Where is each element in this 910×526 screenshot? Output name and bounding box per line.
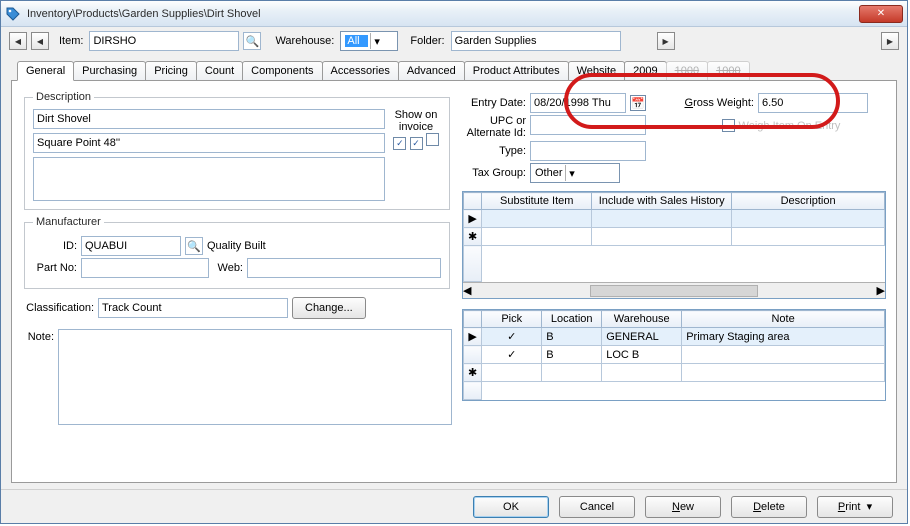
web-label: Web:: [213, 262, 243, 274]
item-code-input[interactable]: [89, 31, 239, 51]
manufacturer-group: Manufacturer ID: 🔍 Quality Built Part No…: [24, 216, 450, 289]
manufacturer-legend: Manufacturer: [33, 216, 104, 228]
print-button[interactable]: Print ▾: [817, 496, 893, 518]
tab-2009[interactable]: 2009: [624, 61, 666, 80]
tax-group-combo[interactable]: Other ▾: [530, 163, 620, 183]
delete-button[interactable]: Delete: [731, 496, 807, 518]
footer-buttons: OK Cancel New Delete Print ▾: [1, 489, 907, 523]
tab-general[interactable]: General: [17, 61, 74, 81]
tax-group-value: Other: [535, 167, 563, 179]
warehouse-value: All: [345, 35, 367, 47]
mfr-search-button[interactable]: 🔍: [185, 237, 203, 255]
col-pick[interactable]: Pick: [482, 311, 542, 328]
tab-components[interactable]: Components: [242, 61, 322, 80]
col-location[interactable]: Location: [542, 311, 602, 328]
type-label: Type:: [462, 145, 526, 157]
chevron-down-icon: ▾: [565, 165, 579, 181]
right-bottom: Substitute Item Include with Sales Histo…: [462, 191, 886, 472]
folder-label: Folder:: [410, 35, 444, 47]
show-on-invoice-label: Show on invoice: [391, 109, 441, 133]
tab-1000b[interactable]: 1000: [707, 61, 749, 80]
warehouse-label: Warehouse:: [275, 35, 334, 47]
left-column: Description Show on invoice ✓ ✓: [22, 91, 452, 472]
new-button[interactable]: New: [645, 496, 721, 518]
weigh-item-label: Weigh Item On Entry: [739, 120, 841, 132]
table-row[interactable]: ▶ ✓ B GENERAL Primary Staging area: [464, 328, 885, 346]
show-invoice-check-1[interactable]: ✓: [393, 137, 406, 150]
weigh-item-checkbox[interactable]: [722, 119, 735, 132]
substitute-grid[interactable]: Substitute Item Include with Sales Histo…: [462, 191, 886, 299]
chevron-down-icon: ▾: [370, 33, 384, 49]
item-search-button[interactable]: 🔍: [243, 32, 261, 50]
type-input[interactable]: [530, 141, 646, 161]
part-no-label: Part No:: [33, 262, 77, 274]
col-description[interactable]: Description: [732, 193, 885, 210]
description-group: Description Show on invoice ✓ ✓: [24, 91, 450, 210]
description-legend: Description: [33, 91, 94, 103]
col-note[interactable]: Note: [682, 311, 885, 328]
close-button[interactable]: ✕: [859, 5, 903, 23]
classification-label: Classification:: [22, 302, 94, 314]
nav-last-button[interactable]: ▶: [881, 32, 899, 50]
entry-date-label: Entry Date:: [462, 97, 526, 109]
web-input[interactable]: [247, 258, 441, 278]
ok-button[interactable]: OK: [473, 496, 549, 518]
nav-prev-button[interactable]: ◀: [31, 32, 49, 50]
upc-input[interactable]: [530, 115, 646, 135]
col-substitute-item[interactable]: Substitute Item: [482, 193, 592, 210]
cancel-button[interactable]: Cancel: [559, 496, 635, 518]
right-top: Entry Date: 📅 UPC or Alternate Id: Type:…: [462, 91, 886, 185]
tab-product-attributes[interactable]: Product Attributes: [464, 61, 569, 80]
mfr-id-input[interactable]: [81, 236, 181, 256]
tab-website[interactable]: Website: [568, 61, 626, 80]
general-pane: Description Show on invoice ✓ ✓: [11, 80, 897, 483]
mfr-id-label: ID:: [33, 240, 77, 252]
nav-first-button[interactable]: ◀: [9, 32, 27, 50]
tab-1000a[interactable]: 1000: [666, 61, 708, 80]
tab-strip: General Purchasing Pricing Count Compone…: [1, 55, 907, 80]
calendar-icon[interactable]: 📅: [630, 95, 646, 111]
titlebar: Inventory\Products\Garden Supplies\Dirt …: [1, 1, 907, 27]
upc-label: UPC or Alternate Id:: [462, 115, 526, 139]
top-toolbar: ◀ ◀ Item: 🔍 Warehouse: All ▾ Folder: ▶ ▶: [1, 27, 907, 55]
mfr-name-text: Quality Built: [207, 240, 266, 252]
weight-fields: Gross Weight: Weigh Item On Entry: [676, 91, 886, 185]
part-no-input[interactable]: [81, 258, 209, 278]
table-row[interactable]: ✓ B LOC B: [464, 346, 885, 364]
tab-count[interactable]: Count: [196, 61, 243, 80]
show-invoice-check-2[interactable]: ✓: [410, 137, 423, 150]
description-line3-input[interactable]: [33, 157, 385, 201]
warehouse-combo[interactable]: All ▾: [340, 31, 398, 51]
classification-row: Classification: Change...: [22, 297, 452, 319]
show-invoice-check-3[interactable]: [426, 133, 439, 146]
tab-pricing[interactable]: Pricing: [145, 61, 197, 80]
entry-date-input[interactable]: [530, 93, 626, 113]
window-title: Inventory\Products\Garden Supplies\Dirt …: [27, 8, 859, 20]
location-grid[interactable]: Pick Location Warehouse Note ▶ ✓ B GENER…: [462, 309, 886, 401]
substitute-grid-scrollbar[interactable]: ◀▶: [463, 282, 885, 298]
tab-advanced[interactable]: Advanced: [398, 61, 465, 80]
gross-weight-input[interactable]: [758, 93, 868, 113]
item-label: Item:: [59, 35, 83, 47]
app-tag-icon: [5, 6, 21, 22]
note-row: Note:: [22, 329, 452, 425]
description-line1-input[interactable]: [33, 109, 385, 129]
folder-input[interactable]: [451, 31, 621, 51]
nav-next-button[interactable]: ▶: [657, 32, 675, 50]
classification-input[interactable]: [98, 298, 288, 318]
gross-weight-label: Gross Weight:: [676, 97, 754, 109]
description-line2-input[interactable]: [33, 133, 385, 153]
tab-purchasing[interactable]: Purchasing: [73, 61, 146, 80]
entry-fields: Entry Date: 📅 UPC or Alternate Id: Type:…: [462, 91, 662, 185]
tax-group-label: Tax Group:: [462, 167, 526, 179]
col-include-history[interactable]: Include with Sales History: [592, 193, 732, 210]
window: Inventory\Products\Garden Supplies\Dirt …: [0, 0, 908, 524]
note-label: Note:: [22, 329, 54, 343]
change-button[interactable]: Change...: [292, 297, 366, 319]
tab-accessories[interactable]: Accessories: [322, 61, 399, 80]
col-warehouse[interactable]: Warehouse: [602, 311, 682, 328]
note-textarea[interactable]: [58, 329, 452, 425]
